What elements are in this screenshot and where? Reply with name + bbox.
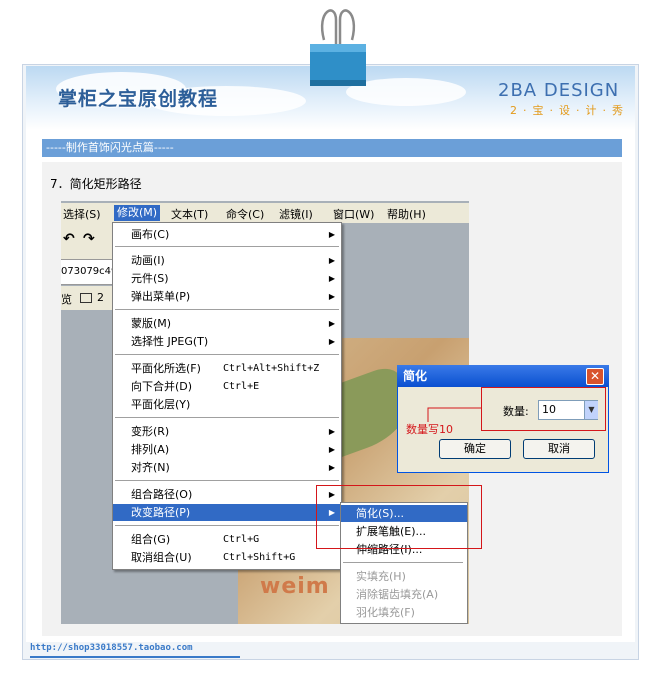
banner-title: 掌柜之宝原创教程 bbox=[58, 88, 219, 110]
menu-help[interactable]: 帮助(H) bbox=[387, 206, 426, 222]
document-tab-name: 073079c49 bbox=[61, 266, 118, 277]
menu-filter[interactable]: 滤镜(I) bbox=[279, 206, 313, 222]
menu-item-flatten-layers[interactable]: 平面化层(Y) bbox=[113, 396, 341, 413]
menu-command[interactable]: 命令(C) bbox=[226, 206, 264, 222]
menu-item-mask[interactable]: 蒙版(M) ▶ bbox=[113, 315, 341, 332]
submenu-item-fill-feather: 羽化填充(F) bbox=[356, 606, 415, 619]
close-icon[interactable]: ✕ bbox=[586, 368, 604, 385]
menu-text[interactable]: 文本(T) bbox=[171, 206, 208, 222]
submenu-item-fill-antialias: 消除锯齿填充(A) bbox=[356, 588, 439, 601]
preview-label[interactable]: 览 bbox=[61, 291, 72, 307]
footer-line bbox=[30, 656, 240, 658]
menu-item-align[interactable]: 对齐(N) ▶ bbox=[113, 459, 341, 476]
menu-item-flatten-selection[interactable]: 平面化所选(F) Ctrl+Alt+Shift+Z bbox=[113, 360, 341, 377]
menu-window[interactable]: 窗口(W) bbox=[333, 206, 374, 222]
document-tab[interactable]: 073079c49 bbox=[61, 259, 117, 285]
submenu-item-fill-solid: 实填充(H) bbox=[356, 570, 406, 583]
menu-item-selective-jpeg[interactable]: 选择性 JPEG(T) ▶ bbox=[113, 333, 341, 350]
footer-url[interactable]: http://shop33018557.taobao.com bbox=[30, 643, 193, 653]
cancel-button[interactable]: 取消 bbox=[523, 439, 595, 459]
canvas-text: weim bbox=[260, 574, 330, 599]
view-toolbar: 览 2 bbox=[61, 286, 113, 310]
dialog-title: 简化 bbox=[397, 365, 609, 387]
menu-select[interactable]: 选择(S) bbox=[63, 206, 101, 222]
modify-menu: 画布(C) ▶ 动画(I) ▶ 元件(S) ▶ 弹出菜单(P) ▶ 蒙版(M) ▶ 选择性… bbox=[112, 222, 342, 570]
two-up-label: 2 bbox=[97, 291, 104, 304]
submenu-highlight-box bbox=[316, 485, 482, 549]
brand-logo: 2BA DESIGN bbox=[498, 80, 620, 101]
amount-highlight-box bbox=[481, 387, 606, 431]
undo-icon[interactable]: ↶ bbox=[63, 231, 75, 247]
menu-item-ungroup[interactable]: 取消组合(U) Ctrl+Shift+G bbox=[113, 549, 341, 566]
menu-item-merge-down[interactable]: 向下合并(D) Ctrl+E bbox=[113, 378, 341, 395]
menu-item-transform[interactable]: 变形(R) ▶ bbox=[113, 423, 341, 440]
menu-item-canvas[interactable]: 画布(C) ▶ bbox=[113, 226, 341, 243]
menu-item-group[interactable]: 组合(G) Ctrl+G bbox=[113, 531, 341, 548]
menu-item-alter-path[interactable]: 改变路径(P) ▶ bbox=[113, 504, 341, 521]
ok-button[interactable]: 确定 bbox=[439, 439, 511, 459]
menu-item-arrange[interactable]: 排列(A) ▶ bbox=[113, 441, 341, 458]
menu-item-animation[interactable]: 动画(I) ▶ bbox=[113, 252, 341, 269]
binder-clip-icon bbox=[310, 9, 366, 86]
redo-icon[interactable]: ↷ bbox=[83, 231, 95, 247]
two-up-icon[interactable] bbox=[80, 293, 92, 303]
toolbar-undo: ↶ ↷ bbox=[61, 223, 113, 259]
menu-item-symbol[interactable]: 元件(S) ▶ bbox=[113, 270, 341, 287]
section-title: -----制作首饰闪光点篇----- bbox=[42, 139, 622, 157]
menu-item-combine-paths[interactable]: 组合路径(O) ▶ bbox=[113, 486, 341, 503]
annotation-note: 数量写10 bbox=[406, 423, 453, 436]
menu-modify[interactable]: 修改(M) bbox=[114, 205, 161, 221]
menubar: 选择(S) 修改(M) 文本(T) 命令(C) 滤镜(I) 窗口(W) 帮助(H… bbox=[61, 203, 469, 223]
menu-item-popup-menu[interactable]: 弹出菜单(P) ▶ bbox=[113, 288, 341, 305]
brand-logo-subtitle: 2·宝·设·计·秀 bbox=[510, 104, 629, 117]
step-title: 7．简化矩形路径 bbox=[50, 177, 142, 191]
